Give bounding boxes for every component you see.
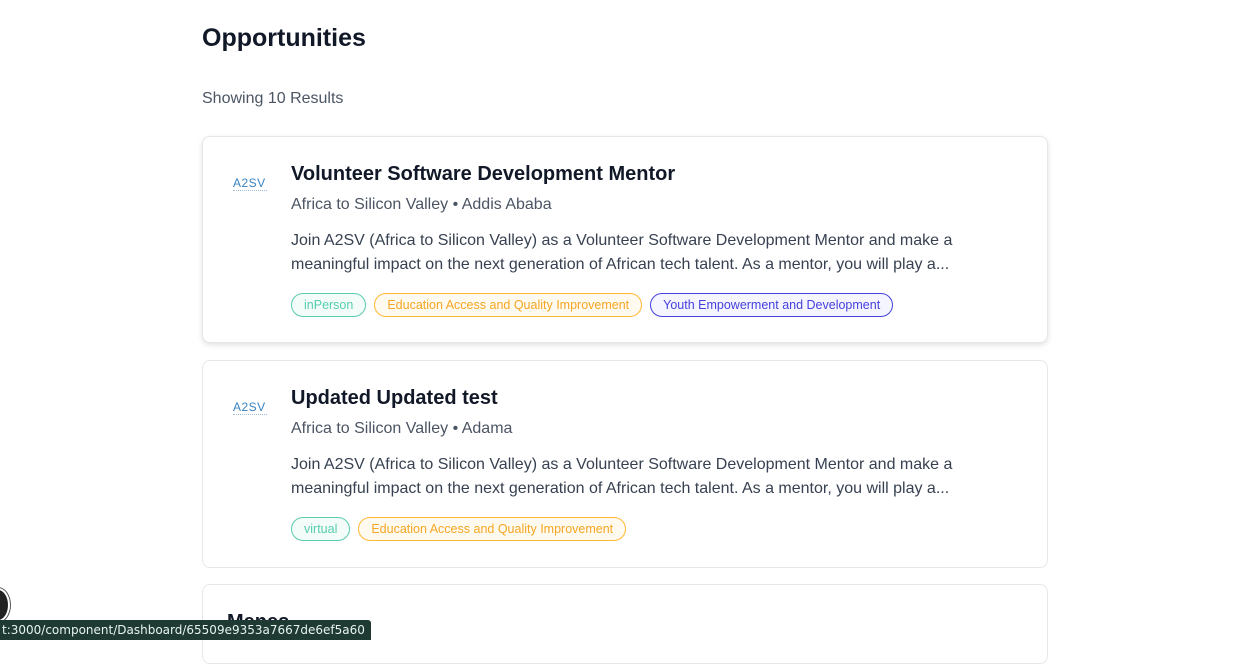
job-title[interactable]: Updated Updated test — [291, 387, 498, 410]
company-logo: A2SV — [233, 401, 271, 417]
meta-separator: • — [452, 420, 459, 437]
job-location: Adama — [461, 420, 513, 437]
tag-category: Education Access and Quality Improvement — [374, 293, 643, 317]
page-title: Opportunities — [202, 24, 366, 52]
tag-category: Youth Empowerment and Development — [650, 293, 894, 317]
tag-operation-type: inPerson — [291, 293, 367, 317]
company-name: Africa to Silicon Valley — [291, 420, 449, 437]
status-bar-url: t:3000/component/Dashboard/65509e9353a76… — [0, 620, 371, 640]
job-description: Join A2SV (Africa to Silicon Valley) as … — [291, 229, 1011, 277]
tag-list: inPerson Education Access and Quality Im… — [291, 293, 894, 317]
logo-tagline-mark — [233, 190, 267, 193]
description-line: Join A2SV (Africa to Silicon Valley) as … — [291, 456, 953, 473]
floating-button[interactable] — [0, 588, 10, 622]
opportunity-card[interactable]: A2SV Volunteer Software Development Ment… — [202, 136, 1048, 343]
job-title[interactable]: Volunteer Software Development Mentor — [291, 163, 675, 186]
tag-list: virtual Education Access and Quality Imp… — [291, 517, 627, 541]
description-line: meaningful impact on the next generation… — [291, 480, 950, 497]
job-description: Join A2SV (Africa to Silicon Valley) as … — [291, 453, 1011, 501]
description-line: meaningful impact on the next generation… — [291, 256, 950, 273]
results-count: Showing 10 Results — [202, 90, 344, 107]
company-logo: A2SV — [233, 177, 271, 193]
logo-text: A2SV — [233, 400, 266, 414]
company-name: Africa to Silicon Valley — [291, 196, 449, 213]
opportunity-card[interactable]: A2SV Updated Updated test Africa to Sili… — [202, 360, 1048, 568]
meta-separator: • — [452, 196, 459, 213]
logo-tagline-mark — [233, 414, 267, 417]
job-meta: Africa to Silicon Valley • Adama — [291, 420, 512, 438]
logo-text: A2SV — [233, 176, 266, 190]
job-location: Addis Ababa — [461, 196, 552, 213]
tag-operation-type: virtual — [291, 517, 351, 541]
job-meta: Africa to Silicon Valley • Addis Ababa — [291, 196, 552, 214]
tag-category: Education Access and Quality Improvement — [358, 517, 627, 541]
description-line: Join A2SV (Africa to Silicon Valley) as … — [291, 232, 953, 249]
